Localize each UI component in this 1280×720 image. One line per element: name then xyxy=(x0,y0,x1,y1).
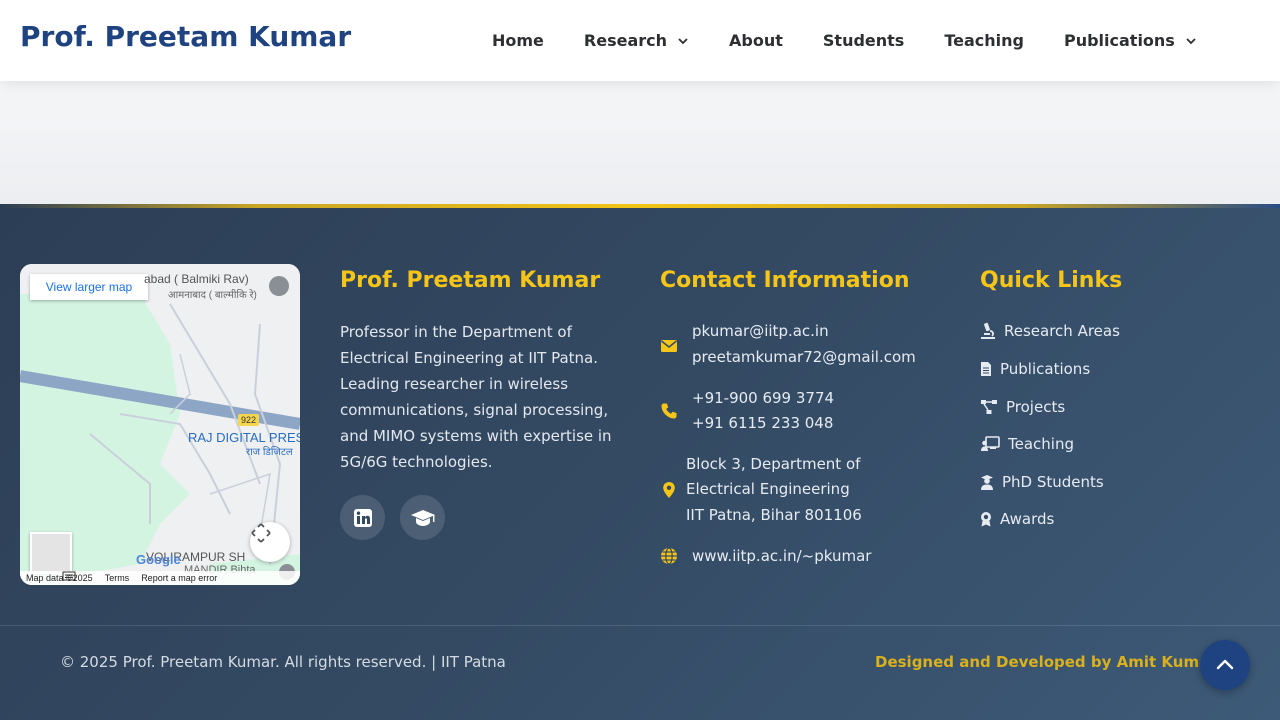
map-pan-control[interactable] xyxy=(250,522,290,562)
map-place-name-hindi: राज डिजिटल xyxy=(246,447,293,458)
phone-icon xyxy=(661,403,677,419)
nav-label: Students xyxy=(822,31,905,50)
about-description: Professor in the Department of Electrica… xyxy=(340,323,612,471)
nav-home[interactable]: Home xyxy=(472,0,564,81)
view-larger-map-link[interactable]: View larger map xyxy=(30,274,148,300)
nav-publications[interactable]: Publications xyxy=(1044,0,1217,81)
quick-link-teaching[interactable]: Teaching xyxy=(980,435,1074,453)
nav-about[interactable]: About xyxy=(709,0,803,81)
quick-link-awards[interactable]: Awards xyxy=(980,510,1054,528)
chevron-down-icon xyxy=(678,37,688,44)
map-terms-link[interactable]: Terms xyxy=(105,573,130,583)
site-header: Prof. Preetam Kumar Home Research About … xyxy=(0,0,1280,81)
envelope-icon xyxy=(661,340,677,352)
phone-primary[interactable]: +91-900 699 3774 xyxy=(692,386,834,411)
site-brand[interactable]: Prof. Preetam Kumar xyxy=(20,20,351,53)
microscope-icon xyxy=(981,322,995,339)
award-icon xyxy=(981,512,991,527)
quick-link-publications[interactable]: Publications xyxy=(980,360,1090,378)
contact-title: Contact Information xyxy=(660,268,910,293)
document-icon xyxy=(981,362,991,376)
map-label-top-hindi: आमनाबाद ( बाल्मीकि रे) xyxy=(168,290,257,301)
quick-link-label: Research Areas xyxy=(1004,322,1120,340)
address-line-3: IIT Patna, Bihar 801106 xyxy=(686,506,862,524)
quick-links-title: Quick Links xyxy=(980,268,1123,293)
chevron-up-icon xyxy=(1216,659,1234,670)
quick-link-label: PhD Students xyxy=(1002,473,1104,491)
email-primary[interactable]: pkumar@iitp.ac.in xyxy=(692,319,829,344)
quick-link-label: Projects xyxy=(1006,398,1066,416)
map-report-error-link[interactable]: Report a map error xyxy=(141,573,217,583)
quick-link-research-areas[interactable]: Research Areas xyxy=(980,322,1120,340)
developer-credit: Designed and Developed by Amit Kumar xyxy=(875,653,1215,671)
google-logo: Google xyxy=(136,552,181,567)
chevron-down-icon xyxy=(1186,37,1196,44)
scholar-button[interactable] xyxy=(400,495,445,540)
footer-divider xyxy=(0,625,1280,626)
map-satellite-toggle[interactable] xyxy=(30,532,72,574)
move-arrows-icon xyxy=(251,523,271,543)
nav-research[interactable]: Research xyxy=(564,0,709,81)
embedded-map[interactable]: View larger map abad ( Balmiki Rav) आमना… xyxy=(20,264,300,585)
road-number-badge: 922 xyxy=(238,414,260,426)
about-title: Prof. Preetam Kumar xyxy=(340,268,601,293)
graduation-cap-icon xyxy=(410,509,435,526)
project-diagram-icon xyxy=(981,400,997,414)
keyboard-icon[interactable] xyxy=(62,571,76,581)
nav-label: About xyxy=(729,31,783,50)
scroll-to-top-button[interactable] xyxy=(1200,640,1250,690)
linkedin-button[interactable] xyxy=(340,495,385,540)
nav-teaching[interactable]: Teaching xyxy=(924,0,1044,81)
phone-secondary[interactable]: +91 6115 233 048 xyxy=(692,411,833,436)
student-icon xyxy=(981,475,993,490)
map-label-top: abad ( Balmiki Rav) xyxy=(144,272,249,286)
nav-label: Teaching xyxy=(944,31,1024,50)
address-line-2: Electrical Engineering xyxy=(686,480,850,498)
nav-students[interactable]: Students xyxy=(803,0,924,81)
site-footer: View larger map abad ( Balmiki Rav) आमना… xyxy=(0,204,1280,720)
main-nav: Home Research About Students Teaching Pu… xyxy=(472,0,1217,81)
content-spacer xyxy=(0,81,1280,204)
quick-link-label: Awards xyxy=(1000,510,1055,528)
address-line-1: Block 3, Department of xyxy=(686,455,861,473)
location-pin-icon xyxy=(663,482,675,498)
website-link[interactable]: www.iitp.ac.in/~pkumar xyxy=(692,544,871,569)
map-data-credit: Map data ©2025 xyxy=(26,573,93,583)
quick-link-projects[interactable]: Projects xyxy=(980,398,1065,416)
map-place-name: RAJ DIGITAL PRES xyxy=(188,430,300,445)
footer-accent-line xyxy=(0,204,1280,208)
nav-label: Publications xyxy=(1063,31,1175,50)
map-attribution-bar: Map data ©2025 Terms Report a map error xyxy=(20,571,300,585)
quick-link-label: Publications xyxy=(1000,360,1091,378)
copyright-text: © 2025 Prof. Preetam Kumar. All rights r… xyxy=(60,653,506,671)
quick-link-label: Teaching xyxy=(1008,435,1074,453)
nav-label: Research xyxy=(583,31,668,50)
globe-icon xyxy=(661,547,677,565)
email-secondary[interactable]: preetamkumar72@gmail.com xyxy=(692,345,916,370)
teacher-icon xyxy=(981,436,1000,451)
quick-link-phd-students[interactable]: PhD Students xyxy=(980,473,1104,491)
nav-label: Home xyxy=(492,31,544,50)
linkedin-icon xyxy=(353,508,372,527)
